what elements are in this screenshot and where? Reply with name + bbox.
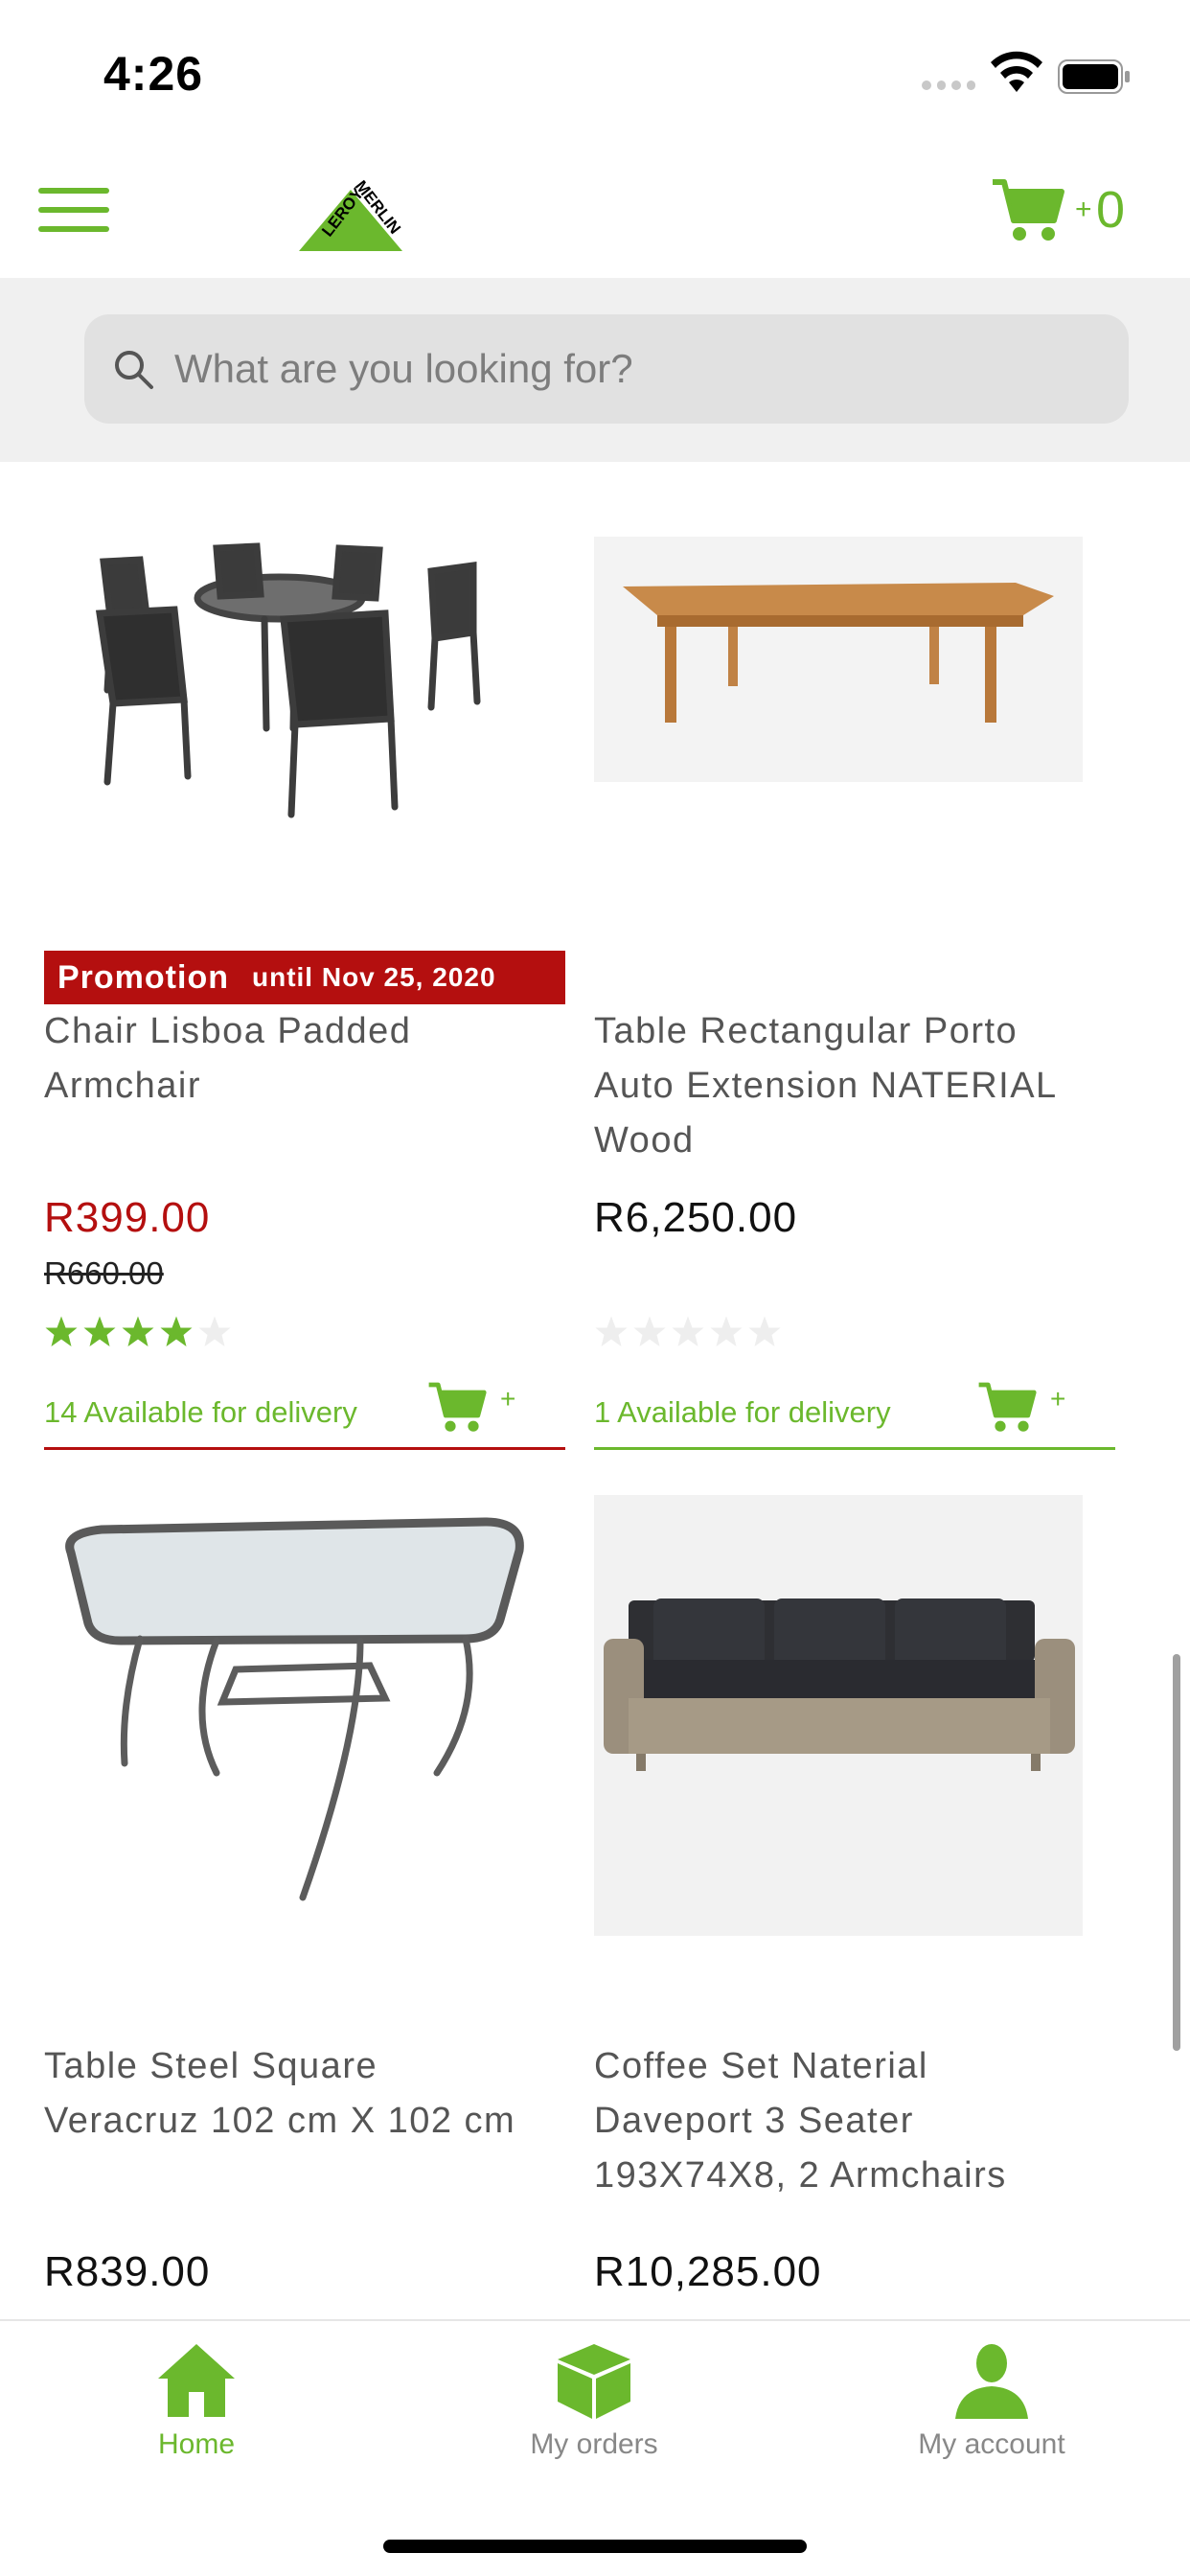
product-name-line[interactable]: Veracruz 102 cm X 102 cm [44, 2094, 581, 2149]
star-empty-icon [595, 1316, 628, 1346]
add-to-cart-button[interactable]: + [427, 1380, 523, 1447]
box-icon [558, 2344, 630, 2419]
nav-my-account[interactable]: My account [848, 2340, 1135, 2494]
add-plus-sign: + [1050, 1384, 1066, 1414]
delivery-availability: 1 Available for delivery [594, 1395, 891, 1429]
product-image-glass-table [65, 1517, 524, 1901]
status-bar: 4:26 [0, 0, 1190, 134]
product-name-line[interactable]: 193X74X8, 2 Armchairs [594, 2149, 1131, 2203]
product-price: R399.00 [44, 1194, 211, 1241]
star-empty-icon [748, 1316, 781, 1346]
product-price: R839.00 [44, 2248, 211, 2295]
product-image-rattan-sofa [594, 1495, 1083, 1936]
promotion-label: Promotion [57, 958, 229, 996]
card-divider [594, 1447, 1115, 1450]
search-box[interactable] [84, 314, 1129, 424]
person-icon [955, 2344, 1028, 2419]
product-name-line[interactable]: Table Rectangular Porto [594, 1004, 1131, 1059]
cart-icon [978, 1382, 1037, 1432]
nav-my-orders[interactable]: My orders [450, 2340, 738, 2494]
search-input[interactable] [174, 337, 1094, 401]
hamburger-menu-button[interactable] [38, 188, 109, 232]
product-name-line[interactable]: Wood [594, 1114, 1131, 1168]
product-name-line[interactable]: Auto Extension NATERIAL [594, 1059, 1131, 1114]
star-empty-icon [633, 1316, 666, 1346]
battery-icon [1058, 59, 1130, 94]
product-old-price: R660.00 [44, 1255, 164, 1291]
product-price: R10,285.00 [594, 2248, 822, 2295]
product-name-line[interactable]: Coffee Set Naterial [594, 2039, 1131, 2094]
star-filled-icon [122, 1316, 154, 1346]
add-to-cart-button[interactable]: + [977, 1380, 1073, 1447]
product-name-line[interactable]: Armchair [44, 1059, 581, 1114]
nav-home[interactable]: Home [53, 2340, 340, 2494]
scrollbar[interactable] [1173, 1654, 1180, 2051]
product-name-line[interactable]: Table Steel Square [44, 2039, 581, 2094]
cart-icon [428, 1382, 487, 1432]
search-icon [115, 351, 153, 389]
bottom-navigation: Home My orders My account [0, 2319, 1190, 2576]
nav-my-account-label: My account [918, 2428, 1065, 2460]
product-price: R6,250.00 [594, 1194, 798, 1241]
rating-stars [44, 1315, 232, 1353]
wifi-icon [991, 51, 1042, 92]
cellular-signal-icon [922, 80, 975, 90]
rating-stars [594, 1315, 782, 1353]
cart-button[interactable]: + 0 [991, 176, 1134, 253]
cart-count: 0 [1096, 181, 1126, 239]
delivery-availability: 14 Available for delivery [44, 1395, 357, 1429]
star-empty-icon [672, 1316, 704, 1346]
home-icon [158, 2344, 235, 2417]
product-image-dining-set [95, 542, 481, 818]
star-filled-icon [83, 1316, 116, 1346]
star-empty-icon [710, 1316, 743, 1346]
cart-icon [993, 179, 1064, 241]
card-divider [44, 1447, 565, 1450]
promotion-banner: Promotion until Nov 25, 2020 [44, 951, 565, 1004]
cart-plus-sign: + [1075, 194, 1092, 225]
promotion-until: until Nov 25, 2020 [251, 962, 496, 992]
product-name-line[interactable]: Daveport 3 Seater [594, 2094, 1131, 2149]
home-indicator[interactable] [383, 2540, 807, 2553]
product-image-wooden-table [594, 537, 1083, 782]
nav-home-label: Home [157, 2428, 236, 2460]
status-time: 4:26 [103, 47, 204, 101]
star-filled-icon [45, 1316, 78, 1346]
search-band [0, 278, 1190, 462]
leroy-merlin-logo: LEROY MERLIN [299, 177, 404, 251]
star-filled-icon [160, 1316, 193, 1346]
star-empty-icon [198, 1316, 231, 1346]
add-plus-sign: + [500, 1384, 516, 1414]
app-header: LEROY MERLIN + 0 [0, 134, 1190, 278]
nav-my-orders-label: My orders [530, 2428, 658, 2460]
product-name-line[interactable]: Chair Lisboa Padded [44, 1004, 581, 1059]
